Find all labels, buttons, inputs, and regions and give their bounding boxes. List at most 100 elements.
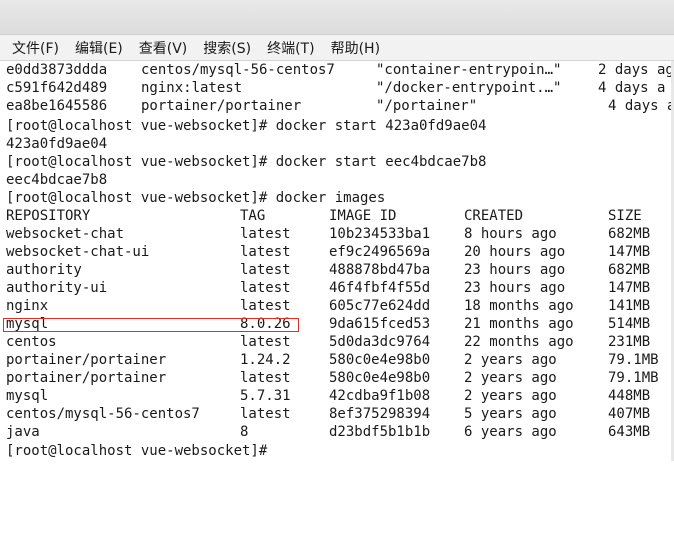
header-repository: REPOSITORY xyxy=(6,208,91,224)
image-row: websocket-chat latest 10b234533ba1 8 hou… xyxy=(6,225,650,243)
header-size: SIZE xyxy=(608,208,642,224)
image-tag: latest xyxy=(240,370,291,386)
image-size: 147MB xyxy=(608,280,651,296)
image-id: 8ef375298394 xyxy=(329,406,431,422)
image-tag: 8 xyxy=(240,424,249,440)
image-size: 79.1MB xyxy=(608,370,659,386)
command-prompt: [root@localhost vue-websocket]# docker s… xyxy=(6,154,487,170)
image-id: 605c77e624dd xyxy=(329,298,431,314)
header-tag: TAG xyxy=(240,208,266,224)
image-id: ef9c2496569a xyxy=(329,244,431,260)
image-row: java 8 d23bdf5b1b1b 6 years ago 643MB xyxy=(6,423,650,441)
image-created: 21 months ago xyxy=(464,316,574,332)
ps-image: nginx:latest xyxy=(141,80,243,96)
command-prompt: [root@localhost vue-websocket]# docker i… xyxy=(6,190,386,206)
image-tag: latest xyxy=(240,262,291,278)
ps-row: ea8be1645586 portainer/portainer "/porta… xyxy=(6,97,674,115)
image-row: authority-ui latest 46f4fbf4f55d 23 hour… xyxy=(6,279,650,297)
window-titlebar xyxy=(0,0,674,35)
menu-edit[interactable]: 编辑(E) xyxy=(67,38,131,58)
image-size: 79.1MB xyxy=(608,352,659,368)
image-row: websocket-chat-ui latest ef9c2496569a 20… xyxy=(6,243,650,261)
images-table-header: REPOSITORY TAG IMAGE ID CREATED SIZE xyxy=(6,207,642,225)
image-tag: latest xyxy=(240,226,291,242)
image-row: centos latest 5d0da3dc9764 22 months ago… xyxy=(6,333,650,351)
image-tag: 5.7.31 xyxy=(240,388,291,404)
ps-created: 4 days a xyxy=(598,80,666,96)
image-size: 147MB xyxy=(608,244,651,260)
image-repository: centos xyxy=(6,334,57,350)
image-tag: 1.24.2 xyxy=(240,352,291,368)
ps-created: 2 days ag xyxy=(598,62,674,78)
final-prompt[interactable]: [root@localhost vue-websocket]# xyxy=(6,442,276,460)
image-id: 46f4fbf4f55d xyxy=(329,280,431,296)
image-size: 643MB xyxy=(608,424,651,440)
image-created: 20 hours ago xyxy=(464,244,566,260)
menu-help[interactable]: 帮助(H) xyxy=(323,38,388,58)
image-created: 8 hours ago xyxy=(464,226,557,242)
image-repository: websocket-chat-ui xyxy=(6,244,150,260)
image-size: 407MB xyxy=(608,406,651,422)
image-tag: latest xyxy=(240,406,291,422)
ps-command: "container-entrypoin…" xyxy=(376,62,562,78)
menu-bar: 文件(F) 编辑(E) 查看(V) 搜索(S) 终端(T) 帮助(H) xyxy=(0,35,674,61)
image-created: 18 months ago xyxy=(464,298,574,314)
image-tag: latest xyxy=(240,280,291,296)
image-repository: portainer/portainer xyxy=(6,352,167,368)
menu-terminal[interactable]: 终端(T) xyxy=(259,38,322,58)
image-repository: authority xyxy=(6,262,82,278)
image-row: authority latest 488878bd47ba 23 hours a… xyxy=(6,261,650,279)
image-tag: latest xyxy=(240,298,291,314)
image-id: 580c0e4e98b0 xyxy=(329,370,431,386)
image-repository: mysql xyxy=(6,388,49,404)
image-size: 682MB xyxy=(608,262,651,278)
image-size: 141MB xyxy=(608,298,651,314)
image-id: 580c0e4e98b0 xyxy=(329,352,431,368)
menu-search[interactable]: 搜索(S) xyxy=(195,38,259,58)
image-created: 5 years ago xyxy=(464,406,557,422)
ps-row: e0dd3873ddda centos/mysql-56-centos7 "co… xyxy=(6,61,674,79)
image-id: 42cdba9f1b08 xyxy=(329,388,431,404)
image-created: 2 years ago xyxy=(464,352,557,368)
image-repository: centos/mysql-56-centos7 xyxy=(6,406,200,422)
ps-container-id: c591f642d489 xyxy=(6,80,108,96)
command-output: eec4bdcae7b8 xyxy=(6,172,108,188)
image-size: 682MB xyxy=(608,226,651,242)
image-created: 23 hours ago xyxy=(464,280,566,296)
image-repository: portainer/portainer xyxy=(6,370,167,386)
image-repository: authority-ui xyxy=(6,280,108,296)
image-id: 488878bd47ba xyxy=(329,262,431,278)
image-id: 9da615fced53 xyxy=(329,316,431,332)
image-repository: websocket-chat xyxy=(6,226,125,242)
mysql-highlight-box xyxy=(3,318,299,332)
image-size: 514MB xyxy=(608,316,651,332)
ps-container-id: ea8be1645586 xyxy=(6,98,108,114)
terminal-output[interactable]: e0dd3873ddda centos/mysql-56-centos7 "co… xyxy=(0,61,674,461)
ps-command: "/docker-entrypoint.…" xyxy=(376,80,562,96)
image-created: 2 years ago xyxy=(464,388,557,404)
image-row: portainer/portainer latest 580c0e4e98b0 … xyxy=(6,369,659,387)
image-repository: java xyxy=(6,424,40,440)
image-tag: latest xyxy=(240,334,291,350)
image-size: 231MB xyxy=(608,334,651,350)
image-row: centos/mysql-56-centos7 latest 8ef375298… xyxy=(6,405,650,423)
header-image-id: IMAGE ID xyxy=(329,208,397,224)
ps-command: "/portainer" xyxy=(376,98,478,114)
command-output: 423a0fd9ae04 xyxy=(6,136,108,152)
image-row: mysql 5.7.31 42cdba9f1b08 2 years ago 44… xyxy=(6,387,650,405)
ps-created: 4 days a xyxy=(608,98,674,114)
ps-row: c591f642d489 nginx:latest "/docker-entry… xyxy=(6,79,665,97)
image-row: nginx latest 605c77e624dd 18 months ago … xyxy=(6,297,650,315)
menu-view[interactable]: 查看(V) xyxy=(131,38,196,58)
image-created: 6 years ago xyxy=(464,424,557,440)
ps-container-id: e0dd3873ddda xyxy=(6,62,108,78)
ps-image: centos/mysql-56-centos7 xyxy=(141,62,335,78)
image-row: portainer/portainer 1.24.2 580c0e4e98b0 … xyxy=(6,351,659,369)
ps-image: portainer/portainer xyxy=(141,98,302,114)
image-created: 22 months ago xyxy=(464,334,574,350)
image-created: 2 years ago xyxy=(464,370,557,386)
header-created: CREATED xyxy=(464,208,524,224)
menu-file[interactable]: 文件(F) xyxy=(0,38,67,58)
command-prompt: [root@localhost vue-websocket]# docker s… xyxy=(6,118,487,134)
image-id: d23bdf5b1b1b xyxy=(329,424,431,440)
